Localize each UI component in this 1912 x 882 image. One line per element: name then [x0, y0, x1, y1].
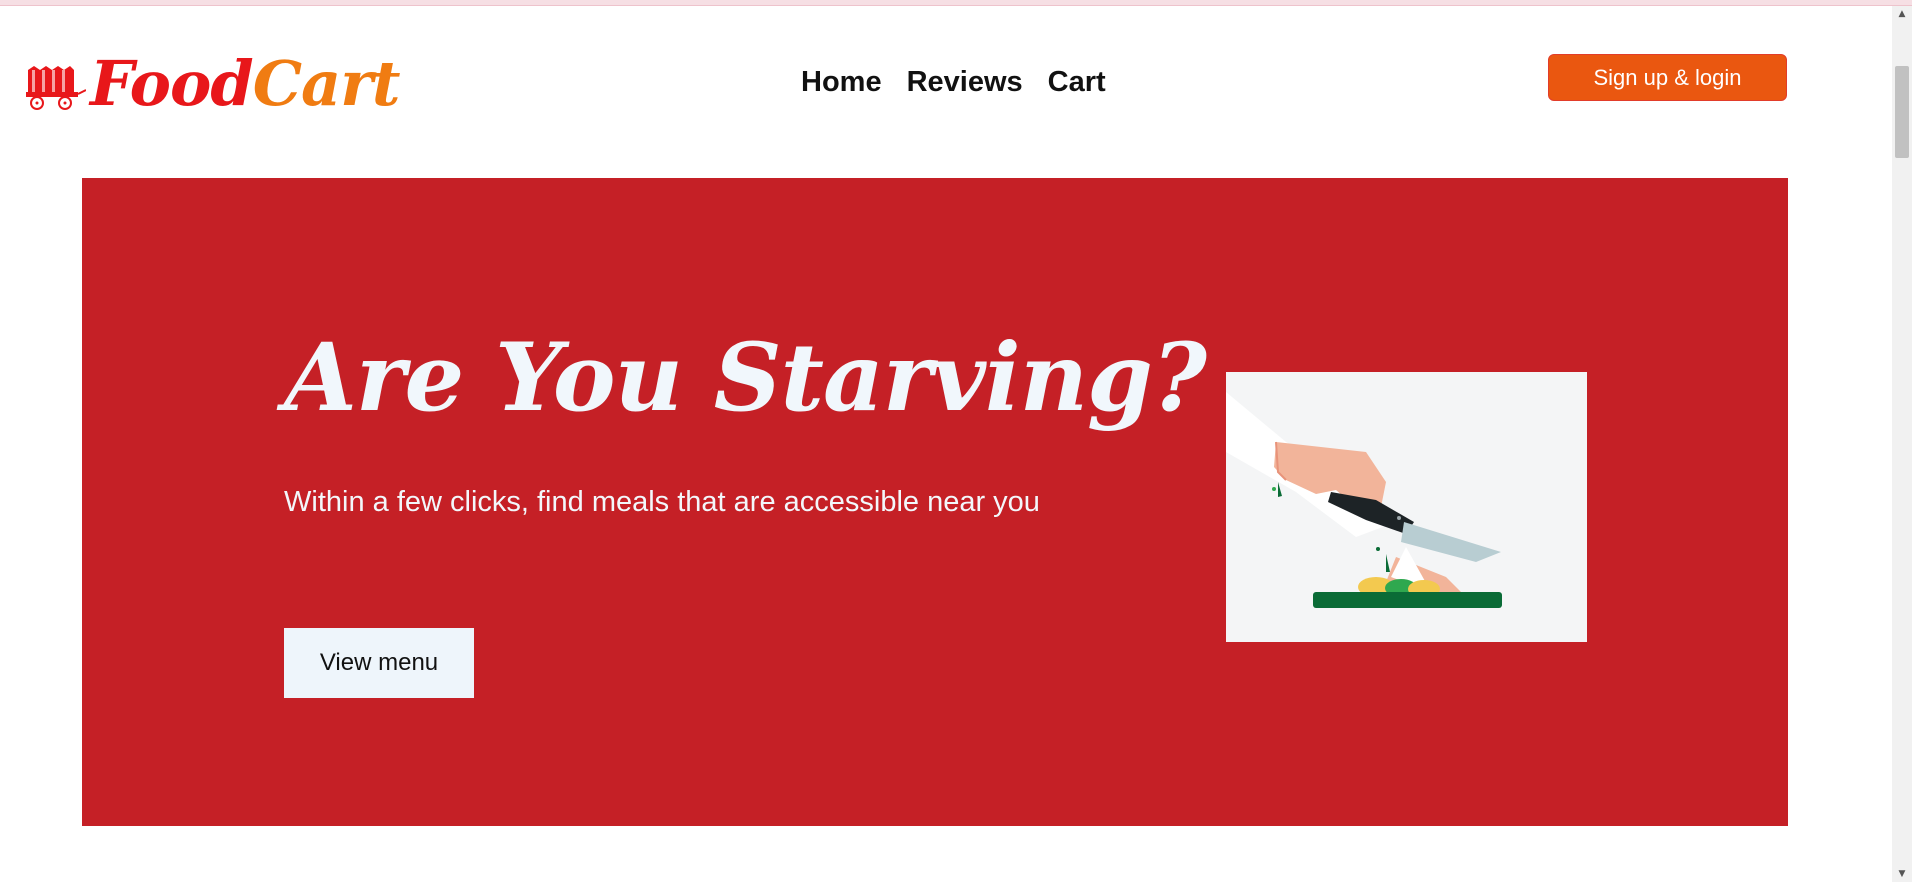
hero-banner: Are You Starving? Within a few clicks, f…: [82, 178, 1788, 826]
vertical-scrollbar[interactable]: ▲ ▼: [1892, 6, 1912, 882]
scroll-down-arrow-icon[interactable]: ▼: [1892, 866, 1912, 882]
chopping-illustration-icon: [1226, 372, 1587, 642]
hero-title: Are You Starving?: [284, 323, 1207, 433]
main-nav: Home Reviews Cart: [801, 66, 1106, 99]
nav-link-reviews[interactable]: Reviews: [907, 66, 1023, 99]
nav-link-cart[interactable]: Cart: [1048, 66, 1106, 99]
hero-illustration: [1226, 372, 1587, 642]
page: FoodCart Home Reviews Cart Sign up & log…: [0, 6, 1892, 882]
brand-name: FoodCart: [90, 53, 401, 115]
brand-logo[interactable]: FoodCart: [24, 44, 401, 124]
wagon-icon: [26, 66, 86, 110]
scrollbar-thumb[interactable]: [1895, 66, 1909, 158]
brand-name-cart: Cart: [252, 47, 401, 120]
nav-link-home[interactable]: Home: [801, 66, 882, 99]
scroll-up-arrow-icon[interactable]: ▲: [1892, 6, 1912, 22]
brand-name-food: Food: [90, 47, 254, 120]
signup-login-button[interactable]: Sign up & login: [1548, 54, 1787, 101]
hero-subtitle: Within a few clicks, find meals that are…: [284, 486, 1040, 518]
view-menu-button[interactable]: View menu: [284, 628, 474, 698]
